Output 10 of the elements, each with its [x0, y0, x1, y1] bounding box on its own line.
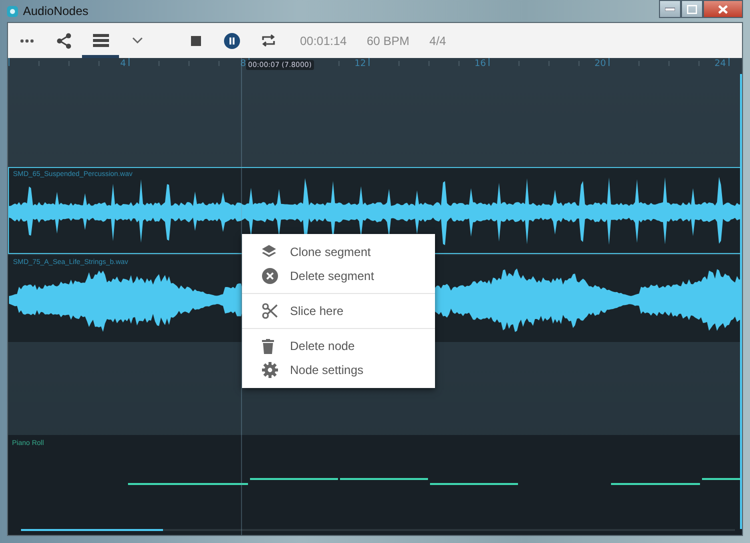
- time-display: 00:01:14: [300, 34, 347, 48]
- ruler-label: 16: [474, 59, 486, 69]
- ruler-label: 4: [119, 59, 126, 69]
- ruler-label: 12: [354, 59, 366, 69]
- time-signature: 4/4: [429, 34, 446, 48]
- window-title: AudioNodes: [23, 4, 88, 18]
- tempo-display: 60 BPM: [366, 34, 410, 48]
- ruler-label: 24: [714, 59, 726, 69]
- ruler-label: 20: [594, 59, 606, 69]
- ruler-label: 8: [239, 59, 246, 69]
